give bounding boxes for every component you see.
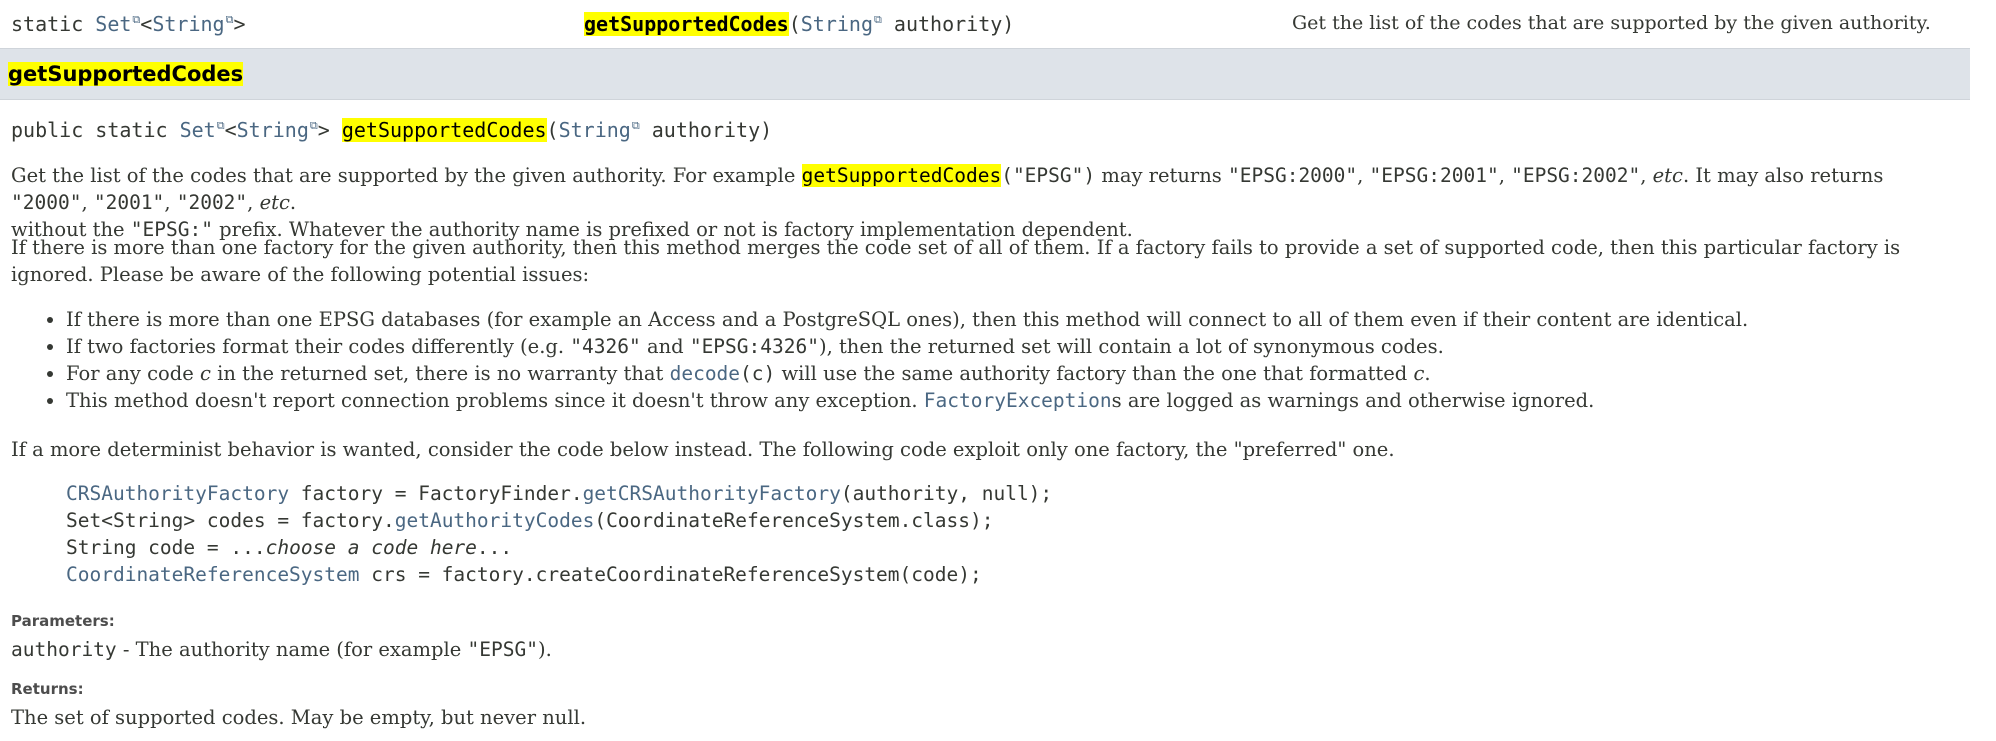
summary-method: getSupportedCodes(String⧉ authority) bbox=[584, 12, 1015, 36]
description-paragraph-3: If a more determinist behavior is wanted… bbox=[11, 438, 1395, 461]
summary-method-link[interactable]: getSupportedCodes bbox=[584, 12, 789, 36]
code-example: CRSAuthorityFactory factory = FactoryFin… bbox=[66, 482, 1053, 586]
external-link-icon: ⧉ bbox=[309, 119, 318, 133]
description-paragraph-1: Get the list of the codes that are suppo… bbox=[11, 164, 1884, 241]
signature-method-name: getSupportedCodes bbox=[341, 118, 547, 142]
description-paragraph-2: If there is more than one factory for th… bbox=[11, 236, 1901, 286]
method-detail-body: public static Set⧉<String⧉> getSupported… bbox=[11, 118, 1961, 729]
summary-param-name: authority bbox=[893, 12, 1003, 36]
signature-set-link[interactable]: Set bbox=[180, 118, 216, 142]
parameters-label: Parameters: bbox=[11, 612, 115, 630]
signature-param-name: authority bbox=[651, 118, 761, 142]
list-item: For any code c in the returned set, ther… bbox=[66, 360, 1966, 387]
method-signature: public static Set⧉<String⧉> getSupported… bbox=[11, 118, 773, 142]
summary-param-type-link[interactable]: String bbox=[801, 12, 873, 36]
summary-set-link[interactable]: Set bbox=[95, 12, 131, 36]
returns-label: Returns: bbox=[11, 680, 84, 698]
coordinate-reference-system-link[interactable]: CoordinateReferenceSystem bbox=[66, 563, 360, 586]
signature-param-type-link[interactable]: String bbox=[559, 118, 631, 142]
summary-return-type: static Set⧉<String⧉> bbox=[11, 12, 246, 36]
list-item: This method doesn't report connection pr… bbox=[66, 387, 1966, 414]
potential-issues-list: If there is more than one EPSG databases… bbox=[11, 306, 1966, 414]
list-item: If two factories format their codes diff… bbox=[66, 333, 1966, 360]
external-link-icon: ⧉ bbox=[132, 13, 141, 27]
crs-authority-factory-link[interactable]: CRSAuthorityFactory bbox=[66, 482, 289, 505]
external-link-icon: ⧉ bbox=[874, 13, 882, 27]
external-link-icon: ⧉ bbox=[216, 119, 225, 133]
external-link-icon: ⧉ bbox=[631, 119, 640, 133]
returns-description: The set of supported codes. May be empty… bbox=[11, 706, 587, 729]
decode-link[interactable]: decode bbox=[670, 362, 740, 385]
method-summary-row: static Set⧉<String⧉> getSupportedCodes(S… bbox=[0, 0, 1970, 48]
factory-exception-link[interactable]: FactoryException bbox=[924, 389, 1112, 412]
inline-method-name: getSupportedCodes bbox=[801, 164, 1002, 187]
method-detail-title: getSupportedCodes bbox=[8, 62, 244, 86]
signature-string-link[interactable]: String bbox=[237, 118, 309, 142]
signature-modifiers: public static bbox=[11, 118, 168, 142]
summary-string-link[interactable]: String bbox=[152, 12, 224, 36]
summary-description: Get the list of the codes that are suppo… bbox=[1292, 12, 1931, 34]
summary-modifier: static bbox=[11, 12, 84, 36]
list-item: If there is more than one EPSG databases… bbox=[66, 306, 1966, 333]
get-authority-codes-link[interactable]: getAuthorityCodes bbox=[395, 509, 595, 532]
external-link-icon: ⧉ bbox=[225, 13, 234, 27]
parameter-description: authority - The authority name (for exam… bbox=[11, 638, 552, 661]
get-crs-authority-factory-link[interactable]: getCRSAuthorityFactory bbox=[583, 482, 841, 505]
method-detail-header: getSupportedCodes bbox=[0, 48, 1970, 100]
